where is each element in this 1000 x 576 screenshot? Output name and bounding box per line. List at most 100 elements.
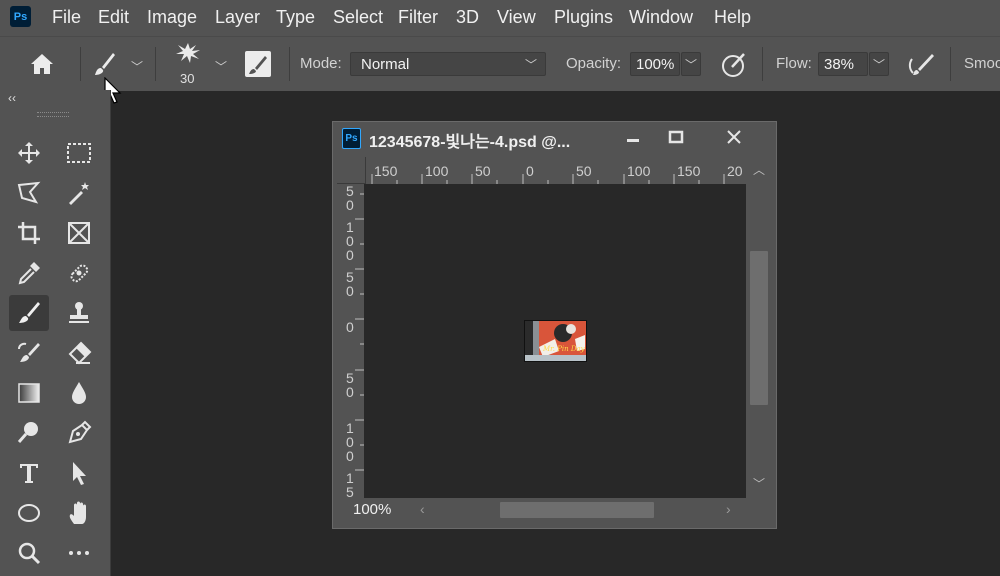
scroll-down-icon[interactable]: ﹀ bbox=[753, 475, 765, 492]
type-tool[interactable] bbox=[9, 455, 49, 491]
image-thumbnail[interactable]: Mr. Pin Day bbox=[524, 320, 587, 362]
pen-icon bbox=[68, 420, 92, 444]
close-button[interactable] bbox=[697, 122, 771, 152]
ruler-v-label: 50 bbox=[346, 269, 354, 299]
toolbar-grip[interactable] bbox=[37, 112, 69, 117]
bandage-icon bbox=[70, 264, 89, 283]
image-caption: Mr. Pin Day bbox=[543, 345, 585, 353]
magic-wand-tool[interactable] bbox=[59, 175, 99, 211]
gradient-tool[interactable] bbox=[9, 375, 49, 411]
ruler-v-label: 100 bbox=[346, 420, 354, 464]
rect-marquee-icon bbox=[67, 143, 91, 163]
menu-layer[interactable]: Layer bbox=[215, 0, 260, 36]
menu-image[interactable]: Image bbox=[147, 0, 197, 36]
maximize-button[interactable] bbox=[655, 122, 697, 152]
scroll-right-icon[interactable]: › bbox=[726, 501, 731, 517]
options-bar: ﹀ 30 ﹀ Mode: Normal ﹀ Opacity: 100% ﹀ Fl… bbox=[0, 36, 1000, 104]
preset-dropdown-icon[interactable]: ﹀ bbox=[131, 58, 143, 75]
opacity-dropdown[interactable]: ﹀ bbox=[681, 52, 701, 76]
horizontal-ruler[interactable]: 150 100 50 0 50 100 150 20 bbox=[366, 157, 746, 185]
lasso-tool[interactable] bbox=[9, 175, 49, 211]
app-logo[interactable]: Ps bbox=[10, 6, 31, 27]
hand-tool[interactable] bbox=[59, 495, 99, 531]
ruler-v-label: 15 bbox=[346, 470, 354, 500]
ruler-h-label: 100 bbox=[425, 163, 449, 179]
canvas-area[interactable]: Mr. Pin Day bbox=[364, 184, 746, 498]
blur-tool[interactable] bbox=[59, 375, 99, 411]
healing-brush-tool[interactable] bbox=[59, 255, 99, 291]
menu-filter[interactable]: Filter bbox=[398, 0, 438, 36]
home-button[interactable] bbox=[29, 52, 55, 81]
history-brush-tool[interactable] bbox=[9, 335, 49, 371]
zoom-value: 100% bbox=[353, 501, 392, 518]
ruler-h-label: 150 bbox=[677, 163, 701, 179]
menu-view[interactable]: View bbox=[497, 0, 536, 36]
ruler-h-label: 100 bbox=[627, 163, 651, 179]
eraser-tool[interactable] bbox=[59, 335, 99, 371]
scroll-up-icon[interactable]: ︿ bbox=[753, 161, 765, 178]
brush-settings-button[interactable] bbox=[245, 51, 271, 77]
ellipse-tool[interactable] bbox=[9, 495, 49, 531]
menu-select[interactable]: Select bbox=[333, 0, 383, 36]
minimize-button[interactable] bbox=[611, 122, 655, 152]
menu-file[interactable]: File bbox=[52, 0, 81, 36]
magic-wand-icon bbox=[69, 182, 89, 205]
ruler-v-label: 50 bbox=[346, 183, 354, 213]
collapse-toolbar-button[interactable]: ‹‹ bbox=[8, 91, 16, 105]
crop-tool[interactable] bbox=[9, 215, 49, 251]
ellipse-icon bbox=[18, 504, 40, 522]
document-title[interactable]: 12345678-빛나는-4.psd @... bbox=[369, 128, 570, 152]
marquee-tool[interactable] bbox=[59, 135, 99, 171]
eyedropper-tool[interactable] bbox=[9, 255, 49, 291]
menu-3d[interactable]: 3D bbox=[456, 0, 479, 36]
brush-dropdown-icon[interactable]: ﹀ bbox=[215, 58, 227, 75]
pressure-icon bbox=[722, 53, 745, 77]
menu-window[interactable]: Window bbox=[629, 0, 693, 36]
ruler-origin[interactable] bbox=[337, 157, 366, 184]
zoom-tool[interactable] bbox=[9, 535, 49, 571]
move-icon bbox=[18, 142, 40, 164]
dodge-tool[interactable] bbox=[9, 415, 49, 451]
flow-label: Flow: bbox=[776, 55, 812, 72]
flow-dropdown[interactable]: ﹀ bbox=[869, 52, 889, 76]
vertical-scrollbar[interactable]: ︿ ﹀ bbox=[746, 157, 772, 498]
flow-value: 38% bbox=[824, 56, 855, 73]
history-brush-icon bbox=[18, 342, 40, 362]
clone-stamp-tool[interactable] bbox=[59, 295, 99, 331]
vertical-ruler[interactable]: 50 100 50 0 50 100 15 bbox=[337, 183, 365, 500]
crop-icon bbox=[18, 222, 40, 244]
mode-select[interactable]: Normal ﹀ bbox=[350, 52, 546, 76]
frame-tool[interactable] bbox=[59, 215, 99, 251]
move-tool[interactable] bbox=[9, 135, 49, 171]
chevron-down-icon: ﹀ bbox=[524, 58, 537, 72]
pen-tool[interactable] bbox=[59, 415, 99, 451]
ruler-h-label: 150 bbox=[374, 163, 398, 179]
brush-picker[interactable] bbox=[172, 41, 204, 70]
document-ps-icon: Ps bbox=[342, 128, 361, 149]
menu-help[interactable]: Help bbox=[714, 0, 751, 36]
menu-plugins[interactable]: Plugins bbox=[554, 0, 613, 36]
brush-tip-icon bbox=[176, 43, 200, 63]
more-tools[interactable] bbox=[59, 535, 99, 571]
flow-input[interactable]: 38% bbox=[818, 52, 868, 76]
path-selection-tool[interactable] bbox=[59, 455, 99, 491]
menu-type[interactable]: Type bbox=[276, 0, 315, 36]
horizontal-scrollbar[interactable]: ‹ › bbox=[412, 498, 746, 522]
zoom-level[interactable]: 100% bbox=[337, 498, 412, 522]
ruler-v-label: 100 bbox=[346, 219, 354, 263]
pressure-opacity-button[interactable] bbox=[720, 51, 748, 84]
airbrush-icon bbox=[908, 54, 934, 75]
brush-tool[interactable] bbox=[9, 295, 49, 331]
airbrush-button[interactable] bbox=[906, 51, 936, 84]
opacity-input[interactable]: 100% bbox=[630, 52, 680, 76]
type-icon bbox=[20, 464, 38, 483]
opacity-value: 100% bbox=[636, 56, 675, 73]
scroll-left-icon[interactable]: ‹ bbox=[420, 501, 425, 517]
brush-settings-icon bbox=[249, 56, 267, 74]
vertical-scroll-thumb[interactable] bbox=[750, 251, 768, 405]
menu-edit[interactable]: Edit bbox=[98, 0, 129, 36]
mode-value: Normal bbox=[361, 56, 410, 73]
ruler-v-label: 50 bbox=[346, 370, 354, 400]
horizontal-scroll-thumb[interactable] bbox=[500, 502, 654, 518]
ruler-h-label: 20 bbox=[727, 163, 743, 179]
